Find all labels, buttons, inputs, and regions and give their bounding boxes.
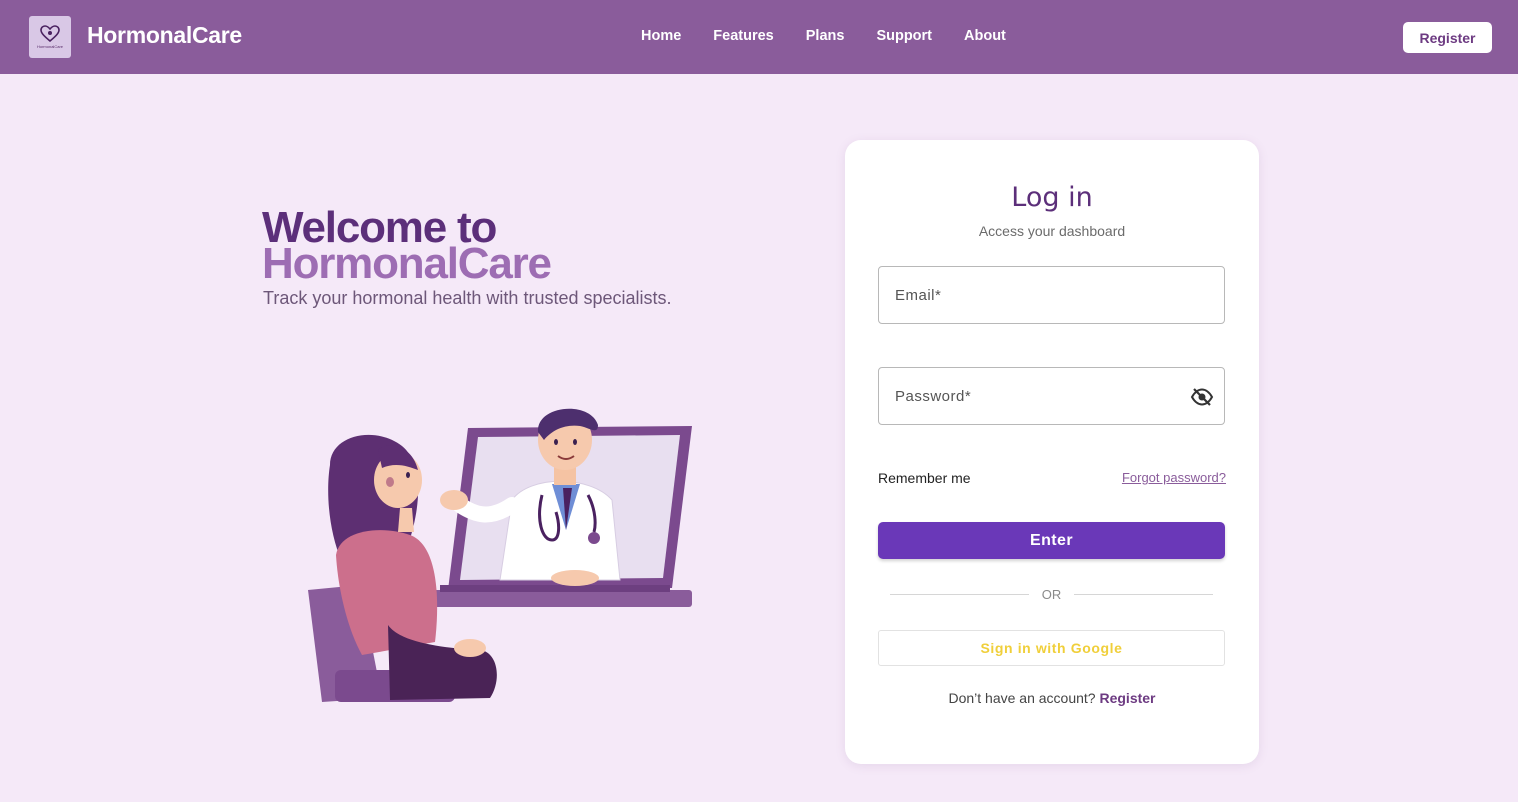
nav-features[interactable]: Features [713, 28, 773, 44]
hero-subtitle: Track your hormonal health with trusted … [263, 288, 672, 308]
forgot-password-link[interactable]: Forgot password? [1122, 470, 1226, 485]
remember-me-label[interactable]: Remember me [878, 470, 971, 486]
or-divider: OR [890, 585, 1213, 603]
logo[interactable]: HormonalCare [29, 16, 71, 58]
top-navbar: HormonalCare HormonalCare Home Features … [0, 0, 1518, 74]
register-link[interactable]: Register [1099, 690, 1155, 706]
header-register-button[interactable]: Register [1403, 22, 1492, 53]
nav-plans[interactable]: Plans [806, 28, 845, 44]
password-field[interactable] [879, 368, 1224, 424]
main-nav: Home Features Plans Support About [641, 28, 1038, 44]
telemedicine-illustration [308, 408, 692, 702]
divider-line-right [1074, 593, 1213, 595]
enter-button[interactable]: Enter [878, 522, 1225, 559]
or-label: OR [1041, 586, 1062, 602]
email-field[interactable] [879, 267, 1224, 323]
login-subtitle: Access your dashboard [978, 223, 1126, 239]
email-field-wrapper [878, 266, 1225, 324]
nav-home[interactable]: Home [641, 28, 681, 44]
brand-name[interactable]: HormonalCare [87, 22, 242, 49]
logo-caption: HormonalCare [36, 44, 63, 49]
heart-stethoscope-icon [40, 25, 60, 43]
eye-off-icon[interactable] [1190, 385, 1214, 409]
google-sign-in-button[interactable]: Sign in with Google [878, 630, 1225, 666]
signup-prompt: Don’t have an account? Register [845, 690, 1259, 706]
nav-about[interactable]: About [964, 28, 1006, 44]
divider-line-left [890, 593, 1029, 595]
login-card: Log in Access your dashboard Remember me… [845, 140, 1259, 764]
nav-support[interactable]: Support [876, 28, 932, 44]
no-account-text: Don’t have an account? [948, 690, 1096, 706]
password-field-wrapper [878, 367, 1225, 425]
login-title: Log in [1011, 182, 1093, 213]
hero-title-brand: HormonalCare [262, 239, 552, 288]
